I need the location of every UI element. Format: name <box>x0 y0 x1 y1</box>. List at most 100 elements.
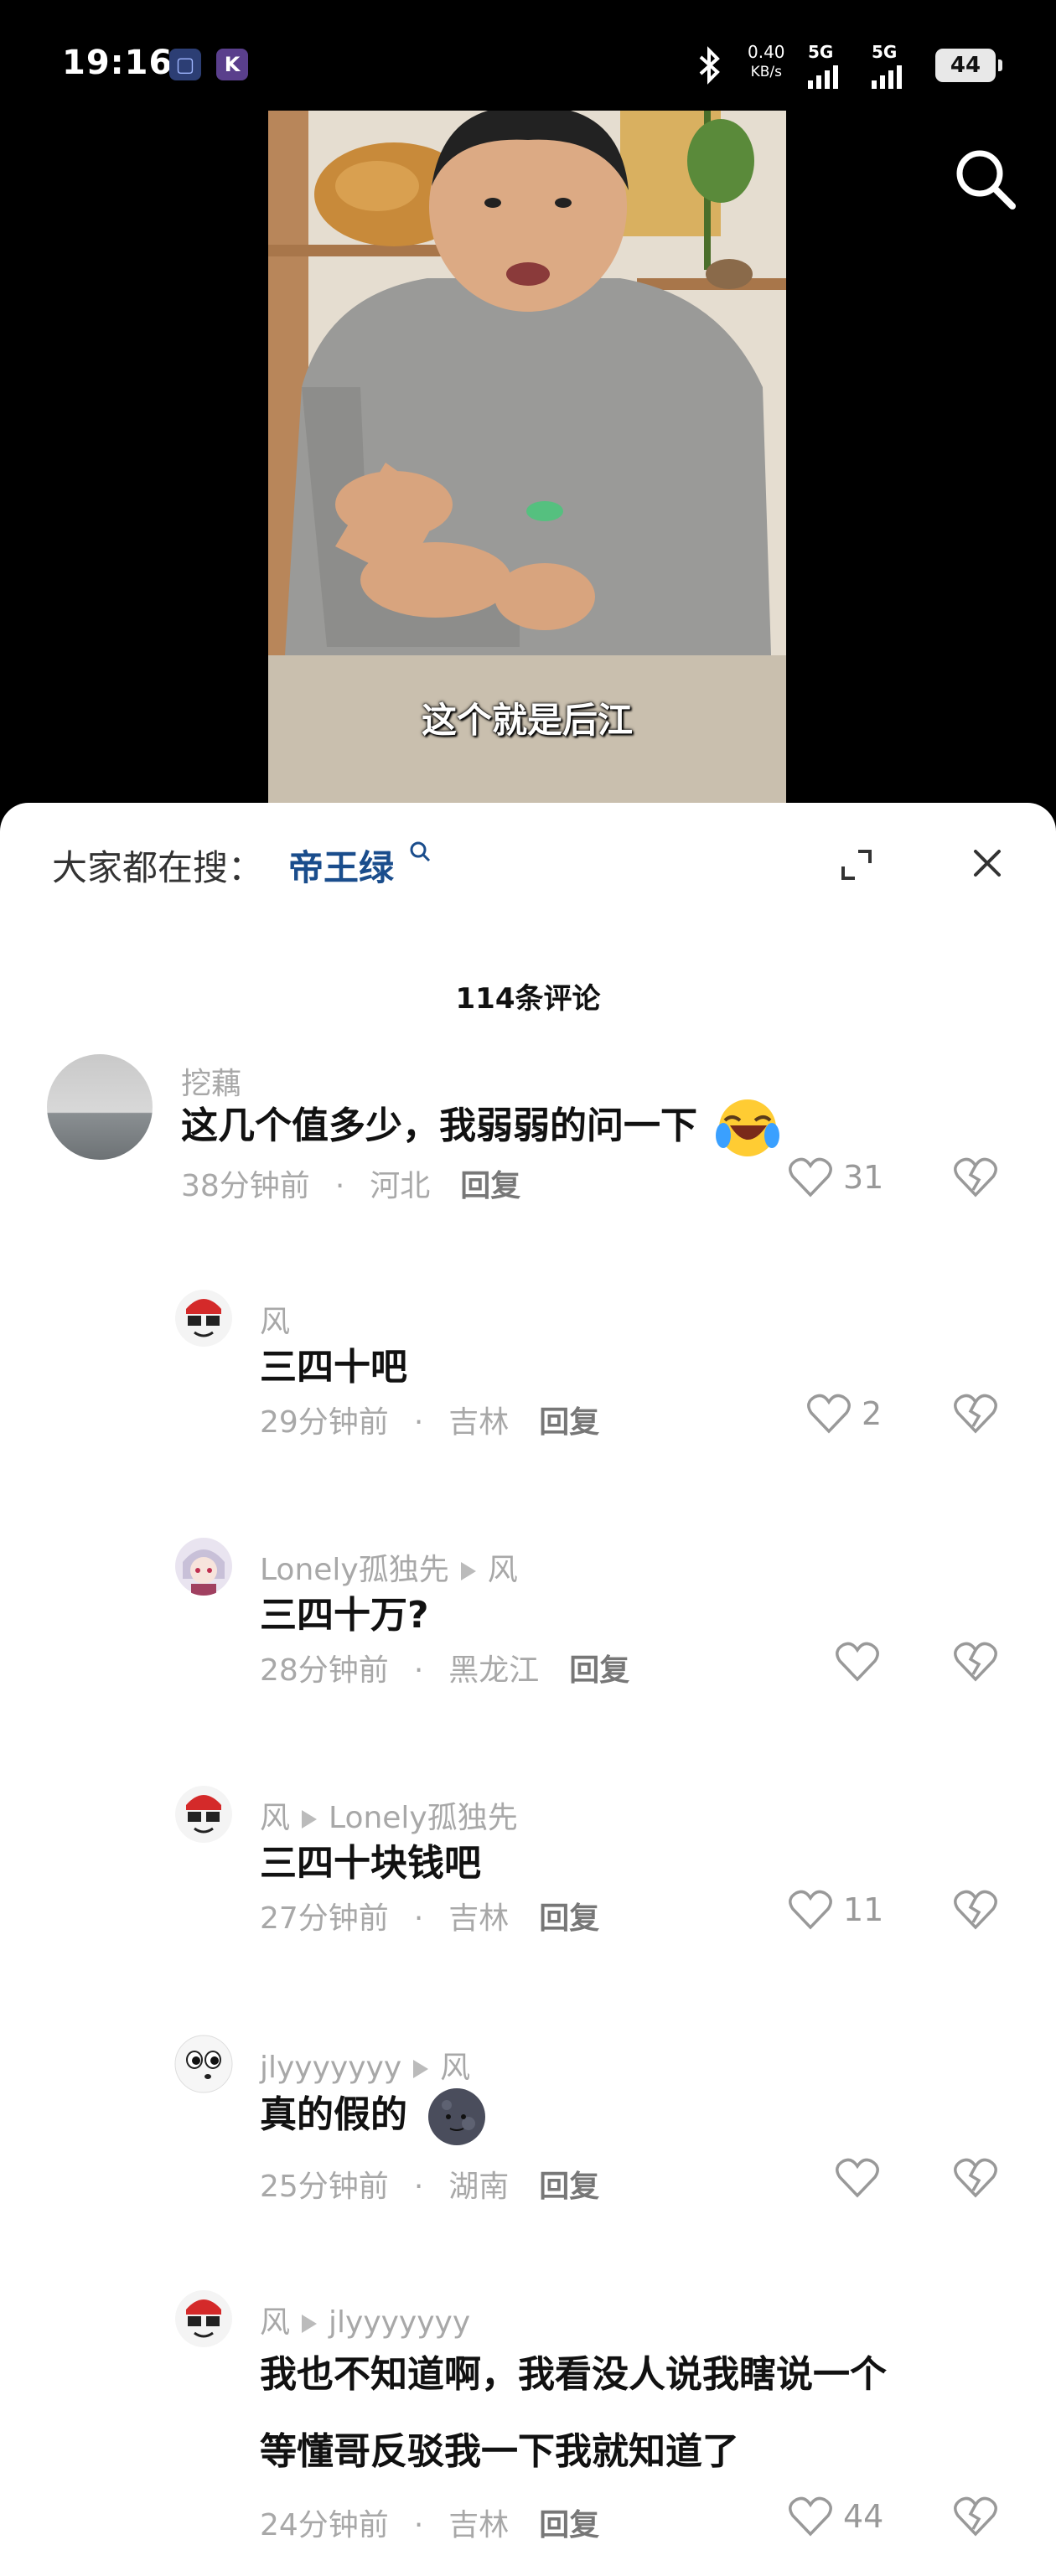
avatar[interactable] <box>174 1537 233 1596</box>
like-button[interactable] <box>835 1641 890 1683</box>
avatar[interactable] <box>174 1289 233 1347</box>
reply-button[interactable]: 回复 <box>539 2170 599 2204</box>
network-speed: 0.40 KB/s <box>748 42 785 82</box>
signal-2-label: 5G <box>872 42 898 62</box>
network-speed-unit: KB/s <box>750 64 782 80</box>
small-search-icon <box>410 841 431 862</box>
signal-1-label: 5G <box>808 42 834 62</box>
hot-search-bar[interactable]: 大家都在搜： 帝王绿 <box>52 840 432 891</box>
like-button[interactable]: 44 <box>788 2496 883 2537</box>
network-speed-value: 0.40 <box>748 42 785 62</box>
video-subtitle: 这个就是后江 <box>421 700 633 741</box>
reply-button[interactable]: 回复 <box>539 1901 599 1936</box>
like-count: 31 <box>843 1159 884 1196</box>
search-button[interactable] <box>950 144 1021 218</box>
like-count: 11 <box>843 1891 884 1928</box>
comment-time: 28分钟前 <box>260 1653 389 1688</box>
video-player[interactable]: 这个就是后江 <box>268 111 786 806</box>
comment-time: 25分钟前 <box>260 2170 389 2204</box>
app-notification-icon: ▢ <box>169 49 201 80</box>
comment-item: jlyyyyyyy 风 真的假的 25分钟前 · 湖南 回复 <box>0 2035 1056 2253</box>
comment-location: 吉林 <box>448 2508 510 2542</box>
expand-button[interactable] <box>836 845 877 888</box>
comment-location: 吉林 <box>448 1901 510 1936</box>
heart-icon <box>836 1642 879 1682</box>
moon-emoji-icon <box>428 2088 486 2145</box>
dislike-icon[interactable] <box>953 1393 998 1435</box>
dislike-icon[interactable] <box>953 2496 998 2537</box>
comment-meta: 38分钟前 · 河北 回复 <box>181 1169 521 1203</box>
comment-time: 29分钟前 <box>260 1405 389 1440</box>
avatar[interactable] <box>47 1054 153 1160</box>
comment-text: 我也不知道啊，我看没人说我瞎说一个 等懂哥反驳我一下我就知道了 <box>260 2336 1014 2491</box>
signal-icon: 5G <box>808 42 838 89</box>
comment-count: 114条评论 <box>455 982 601 1016</box>
comment-text: 三四十块钱吧 <box>260 1842 481 1885</box>
dislike-icon[interactable] <box>953 1156 998 1198</box>
comment-location: 黑龙江 <box>448 1653 540 1688</box>
dislike-icon[interactable] <box>953 1889 998 1931</box>
heart-icon <box>789 1890 832 1930</box>
reply-button[interactable]: 回复 <box>569 1653 629 1688</box>
like-count: 2 <box>862 1395 883 1432</box>
app-k-icon: K <box>216 49 248 80</box>
avatar[interactable] <box>174 2289 233 2348</box>
avatar[interactable] <box>174 1785 233 1844</box>
comment-meta: 25分钟前 · 湖南 回复 <box>260 2170 600 2204</box>
comment-meta: 29分钟前 · 吉林 回复 <box>260 1405 600 1440</box>
close-icon <box>974 850 1001 877</box>
comment-meta: 27分钟前 · 吉林 回复 <box>260 1901 600 1936</box>
reply-button[interactable]: 回复 <box>539 2508 599 2542</box>
signal-2-icon: 5G <box>872 42 902 89</box>
reply-arrow-icon <box>413 2060 429 2078</box>
comment-text-content: 这几个值多少，我弱弱的问一下 <box>181 1104 697 1147</box>
comment-text: 三四十万? <box>260 1594 429 1637</box>
comment-location: 河北 <box>370 1169 431 1203</box>
comment-location: 吉林 <box>448 1405 510 1440</box>
dislike-icon[interactable] <box>953 2157 998 2199</box>
comment-author[interactable]: 风 <box>260 2305 290 2340</box>
comment-item: 风 jlyyyyyyy 我也不知道啊，我看没人说我瞎说一个 等懂哥反驳我一下我就知… <box>0 2289 1056 2574</box>
battery-icon: 44 <box>935 49 1002 82</box>
expand-icon <box>841 850 872 880</box>
comment-text-line: 等懂哥反驳我一下我就知道了 <box>260 2430 739 2473</box>
like-button[interactable] <box>835 2157 890 2199</box>
reply-target[interactable]: 风 <box>488 1553 518 1587</box>
comment-item: Lonely孤独先风 三四十万? 28分钟前 · 黑龙江 回复 <box>0 1537 1056 1738</box>
hot-search-keyword[interactable]: 帝王绿 <box>288 847 394 888</box>
like-button[interactable]: 2 <box>806 1393 882 1435</box>
comment-username: 风 jlyyyyyyy <box>260 2298 470 2341</box>
heart-icon <box>789 1157 832 1197</box>
comment-text: 这几个值多少，我弱弱的问一下 <box>181 1088 780 1165</box>
avatar[interactable] <box>174 2035 233 2093</box>
comment-text: 三四十吧 <box>260 1346 407 1389</box>
comment-item: 风 三四十吧 29分钟前 · 吉林 回复 2 <box>0 1289 1056 1490</box>
comment-sheet: 大家都在搜： 帝王绿 114条评论 挖藕 这几个值多少，我弱弱的问一下 38分钟… <box>0 803 1056 2576</box>
reply-button[interactable]: 回复 <box>460 1169 520 1203</box>
video-area[interactable]: 这个就是后江 <box>0 111 1056 806</box>
like-button[interactable]: 11 <box>788 1889 883 1931</box>
comment-text-content: 真的假的 <box>260 2093 407 2136</box>
comment-meta: 24分钟前 · 吉林 回复 <box>260 2508 600 2542</box>
status-bar: 19:16 ▢ K 0.40 KB/s 5G 5G 44 <box>0 0 1056 111</box>
comment-item: 挖藕 这几个值多少，我弱弱的问一下 38分钟前 · 河北 回复 31 <box>0 1054 1056 1264</box>
reply-arrow-icon <box>460 1562 476 1580</box>
dislike-icon[interactable] <box>953 1641 998 1683</box>
comment-time: 27分钟前 <box>260 1901 389 1936</box>
search-icon <box>956 150 1016 209</box>
heart-icon <box>789 2496 832 2537</box>
close-button[interactable] <box>969 845 1006 885</box>
like-count: 44 <box>843 2498 884 2535</box>
comment-text-line: 我也不知道啊，我看没人说我瞎说一个 <box>260 2353 887 2396</box>
heart-icon <box>836 2158 879 2198</box>
like-button[interactable]: 31 <box>788 1156 883 1198</box>
reply-button[interactable]: 回复 <box>539 1405 599 1440</box>
comment-time: 38分钟前 <box>181 1169 310 1203</box>
comment-item: 风 Lonely孤独先 三四十块钱吧 27分钟前 · 吉林 回复 11 <box>0 1785 1056 1986</box>
reply-arrow-icon <box>302 2315 318 2333</box>
reply-target[interactable]: jlyyyyyyy <box>329 2305 470 2340</box>
heart-icon <box>807 1394 851 1434</box>
status-time: 19:16 <box>62 44 173 82</box>
bluetooth-icon <box>699 46 720 85</box>
comment-location: 湖南 <box>448 2170 510 2204</box>
